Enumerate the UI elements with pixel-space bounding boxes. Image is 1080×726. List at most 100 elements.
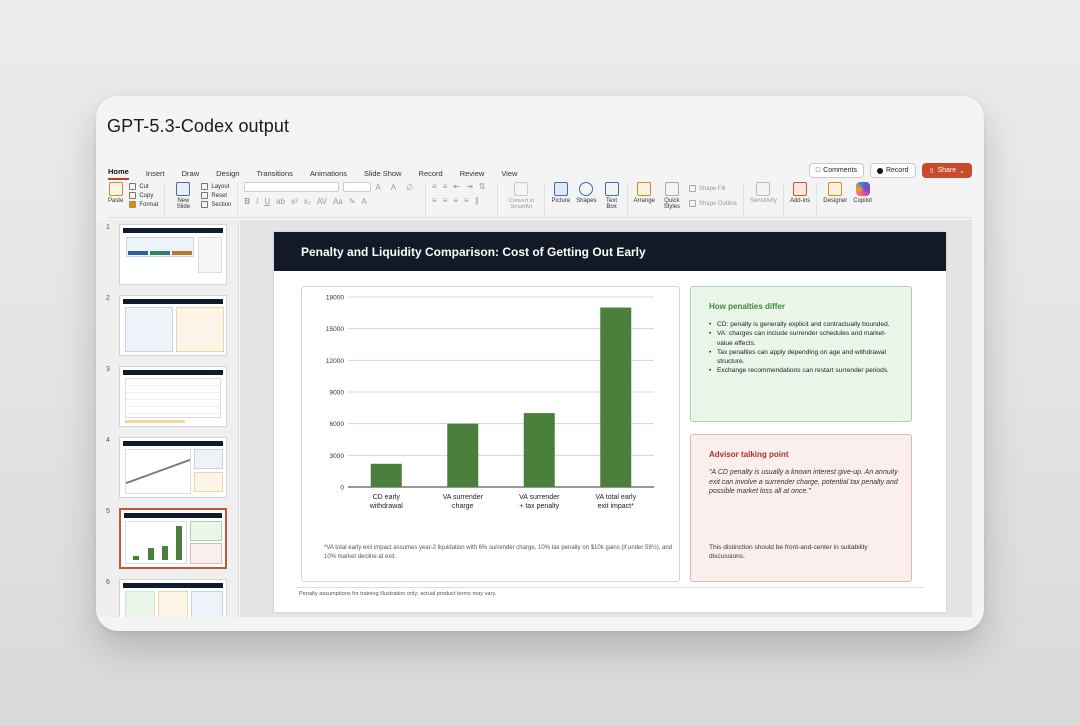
strikethrough-icon[interactable]: ab — [276, 197, 285, 206]
slide-thumbnail-1[interactable] — [119, 224, 227, 285]
picture-label: Picture — [551, 198, 571, 204]
section-button[interactable]: Section — [201, 201, 231, 208]
cut-button[interactable]: Cut — [129, 183, 158, 190]
highlight-icon[interactable]: ✎ — [349, 197, 356, 206]
list-item: Tax penalties can apply depending on age… — [709, 348, 901, 367]
font-color-icon[interactable]: A — [361, 197, 366, 206]
advisor-card[interactable]: Advisor talking point "A CD penalty is u… — [690, 434, 912, 582]
copilot-icon — [855, 182, 870, 196]
sensitivity-button[interactable]: Sensitivity — [750, 182, 777, 204]
penalties-card-title: How penalties differ — [709, 302, 786, 311]
thumb-header-bar — [123, 299, 223, 304]
chart-y-ticks: 0 3000 6000 9000 12000 15000 18000 — [326, 295, 344, 492]
quick-styles-button[interactable]: Quick Styles — [661, 182, 683, 210]
slide-thumbnail-4[interactable] — [119, 437, 227, 498]
comment-icon: □ — [815, 167, 821, 174]
italic-icon[interactable]: I — [256, 197, 258, 206]
font-size-input[interactable] — [343, 182, 372, 192]
change-case-icon[interactable]: Aa — [333, 197, 343, 206]
add-ins-label: Add-ins — [789, 198, 811, 204]
text-box-button[interactable]: Text Box — [603, 182, 621, 210]
columns-icon[interactable]: ∥ — [475, 196, 479, 205]
designer-button[interactable]: Designer — [823, 182, 847, 204]
copilot-button[interactable]: Copilot — [853, 182, 872, 204]
shape-fill-button[interactable]: Shape Fill — [688, 185, 737, 192]
reset-button[interactable]: Reset — [201, 192, 231, 199]
bold-icon[interactable]: B — [244, 197, 250, 206]
align-center-icon[interactable]: ≡ — [443, 196, 448, 205]
slide-thumbnail-panel[interactable]: 1 2 3 4 5 6 — [96, 220, 239, 617]
quick-styles-label: Quick Styles — [663, 198, 681, 210]
decrease-indent-icon[interactable]: ⇤ — [453, 182, 460, 191]
slide-title[interactable]: Penalty and Liquidity Comparison: Cost o… — [274, 232, 946, 271]
format-label: Format — [139, 201, 159, 208]
chart-bar[interactable] — [447, 423, 479, 487]
tab-home[interactable]: Home — [108, 167, 129, 180]
paste-button[interactable]: Paste — [108, 182, 123, 204]
bullets-icon[interactable]: ≡ — [432, 182, 437, 191]
convert-smartart-button[interactable]: Convert to SmartArt — [504, 182, 538, 210]
tab-view[interactable]: View — [501, 169, 517, 178]
thumb-block — [194, 472, 223, 492]
line-spacing-icon[interactable]: ⇅ — [479, 182, 486, 191]
x-tick-label: + tax penalty — [519, 503, 559, 510]
format-painter-button[interactable]: Format — [129, 201, 158, 208]
copy-button[interactable]: Copy — [129, 192, 158, 199]
underline-icon[interactable]: U — [264, 197, 270, 206]
tab-review[interactable]: Review — [460, 169, 485, 178]
add-ins-icon — [793, 182, 808, 196]
home-toolbar: Paste Cut Copy Format New Slide Layout R… — [108, 182, 972, 218]
tab-design[interactable]: Design — [216, 169, 239, 178]
shape-outline-button[interactable]: Shape Outline — [688, 200, 737, 207]
slide-5[interactable]: Penalty and Liquidity Comparison: Cost o… — [274, 232, 946, 612]
numbering-icon[interactable]: ≡ — [443, 182, 448, 191]
tab-draw[interactable]: Draw — [182, 169, 200, 178]
font-grow-icon[interactable]: A — [375, 183, 380, 192]
char-spacing-icon[interactable]: AV — [317, 197, 327, 206]
thumbnail-number: 3 — [106, 366, 110, 373]
tab-animations[interactable]: Animations — [310, 169, 347, 178]
new-slide-button[interactable]: New Slide — [171, 182, 195, 210]
comments-button[interactable]: □ Comments — [808, 163, 864, 178]
share-icon: ⇧ — [928, 167, 935, 175]
chart-container[interactable]: 0 3000 6000 9000 12000 15000 18000 CD early wit… — [301, 286, 680, 582]
penalties-card[interactable]: How penalties differ CD: penalty is gene… — [690, 286, 912, 422]
tab-insert[interactable]: Insert — [146, 169, 165, 178]
shapes-icon — [579, 182, 594, 196]
font-name-input[interactable] — [244, 182, 340, 192]
share-button[interactable]: ⇧ Share ⌄ — [921, 163, 972, 178]
align-right-icon[interactable]: ≡ — [453, 196, 458, 205]
superscript-icon[interactable]: x² — [291, 197, 298, 206]
increase-indent-icon[interactable]: ⇥ — [466, 182, 473, 191]
slide-thumbnail-2[interactable] — [119, 295, 227, 356]
copilot-label: Copilot — [853, 198, 872, 204]
new-slide-label: New Slide — [176, 198, 191, 210]
tab-record[interactable]: Record — [419, 169, 443, 178]
slide-thumbnail-5[interactable] — [119, 508, 227, 569]
layout-button[interactable]: Layout — [201, 183, 231, 190]
slide-thumbnail-6[interactable] — [119, 579, 227, 617]
chart-bar[interactable] — [523, 413, 555, 487]
subscript-icon[interactable]: x₂ — [304, 197, 311, 206]
slide-thumbnail-3[interactable] — [119, 366, 227, 427]
smartart-icon — [514, 182, 529, 196]
y-tick-label: 0 — [340, 485, 344, 492]
add-ins-button[interactable]: Add-ins — [790, 182, 810, 204]
chart-bar[interactable] — [370, 463, 402, 487]
thumb-block — [191, 591, 223, 617]
y-tick-label: 9000 — [330, 390, 345, 397]
thumbnail-row-6: 6 — [106, 579, 227, 617]
font-shrink-icon[interactable]: A — [391, 183, 396, 192]
clear-format-icon[interactable]: ∅ — [406, 183, 413, 192]
shapes-button[interactable]: Shapes — [576, 182, 597, 204]
align-left-icon[interactable]: ≡ — [432, 196, 437, 205]
arrange-button[interactable]: Arrange — [634, 182, 655, 204]
chart-bar[interactable] — [600, 307, 632, 487]
justify-icon[interactable]: ≡ — [464, 196, 469, 205]
tab-transitions[interactable]: Transitions — [256, 169, 292, 178]
x-tick-label: VA surrender — [443, 494, 484, 501]
picture-button[interactable]: Picture — [551, 182, 570, 204]
tab-slide-show[interactable]: Slide Show — [364, 169, 402, 178]
brush-icon — [129, 201, 137, 208]
record-button[interactable]: Record — [869, 163, 916, 178]
